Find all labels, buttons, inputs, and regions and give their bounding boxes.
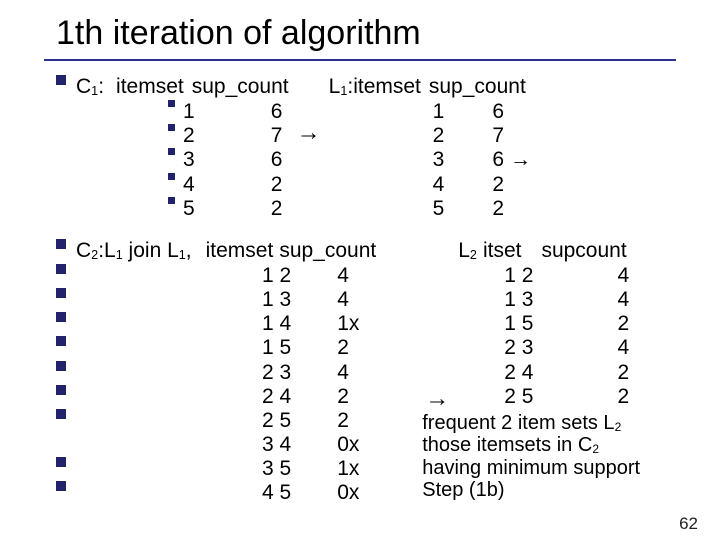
l1-row: 42 [329,173,531,197]
slide-number: 62 [679,514,698,534]
c1-itemset-header: itemset [116,75,184,99]
c1-header-line: C1: itemset sup_count [56,75,289,99]
bullet-icon [168,197,175,204]
l1-sup-header: sup_count [429,75,526,99]
c2-row: 3 51x [56,457,376,481]
c2-row: 2 42 [56,385,376,409]
c1-row: 42 [56,173,289,197]
notes: frequent 2 item sets L2 those itemsets i… [422,412,640,500]
bullet-icon [56,264,66,274]
c1-row: 52 [56,197,289,221]
c2-row: 3 40x [56,433,376,457]
arrow-icon: → [422,385,452,413]
bullet-icon [56,481,66,491]
bullet-icon [56,409,66,419]
arrow-icon: → [289,75,329,147]
bullet-icon [56,385,66,395]
bullet-icon [56,361,66,371]
note-line: Step (1b) [422,479,640,501]
c2-row: 1 24 [56,264,376,288]
bullet-icon [168,148,175,155]
c1-row: 27 [56,124,289,148]
content-area: C1: itemset sup_count 16 27 36 42 52 → [56,75,720,505]
l1-row: 27 [329,124,531,148]
l1-header-line: L1: itemset sup_count [329,75,531,99]
l1-label: L1: [329,75,354,99]
slide: 1th iteration of algorithm C1: itemset s… [0,14,720,540]
c2-header-line: C2:L1 join L1, itemset sup_count [56,239,376,263]
bullet-icon [56,75,66,85]
note-line: those itemsets in C2 [422,434,640,456]
title-rule [44,59,676,61]
c2-row: 4 50x [56,481,376,505]
l2-label: L2 [458,239,477,263]
c1-label: C1: [76,75,104,99]
c1-row: 16 [56,100,289,124]
c2-itemset-header: itemset [206,239,274,263]
l2-header-line: L2 itset supcount [422,239,640,263]
l2-row: 1 24 [422,264,640,288]
bullet-icon [56,312,66,322]
note-line: having minimum support [422,457,640,479]
c2-row: 2 34 [56,361,376,385]
l2-row: 2 42 [422,361,640,385]
c2-row: 1 41x [56,312,376,336]
note-line: frequent 2 item sets L2 [422,412,640,434]
c2-label: C2:L1 join L1, [76,239,192,263]
l2-row: 1 52 [422,312,640,336]
l2-row: 2 34 [422,336,640,360]
bullet-icon [168,124,175,131]
bullet-icon [56,288,66,298]
l2-row: 1 34 [422,288,640,312]
bullet-icon [168,173,175,180]
l2-itset-header: itset [483,239,522,263]
c1-l1-block: C1: itemset sup_count 16 27 36 42 52 → [56,75,720,221]
l1-row: 16 [329,100,531,124]
c2-l2-block: C2:L1 join L1, itemset sup_count 1 24 1 … [56,239,720,506]
l1-row: 52 [329,197,531,221]
l1-row: 36→ [329,148,531,172]
arrow-icon: → [510,148,531,172]
c2-row: 2 52 [56,409,376,433]
c1-row: 36 [56,148,289,172]
l2-sup-header: supcount [541,239,626,263]
c2-row: 1 34 [56,288,376,312]
bullet-icon [56,239,66,249]
c2-sup-header: sup_count [279,239,376,263]
c1-sup-header: sup_count [192,75,289,99]
bullet-icon [56,336,66,346]
c2-row: 1 52 [56,336,376,360]
l2-row: →2 52 [422,385,640,413]
slide-title: 1th iteration of algorithm [56,14,720,53]
bullet-icon [56,457,66,467]
l1-itemset-header: itemset [353,75,421,99]
bullet-icon [168,100,175,107]
